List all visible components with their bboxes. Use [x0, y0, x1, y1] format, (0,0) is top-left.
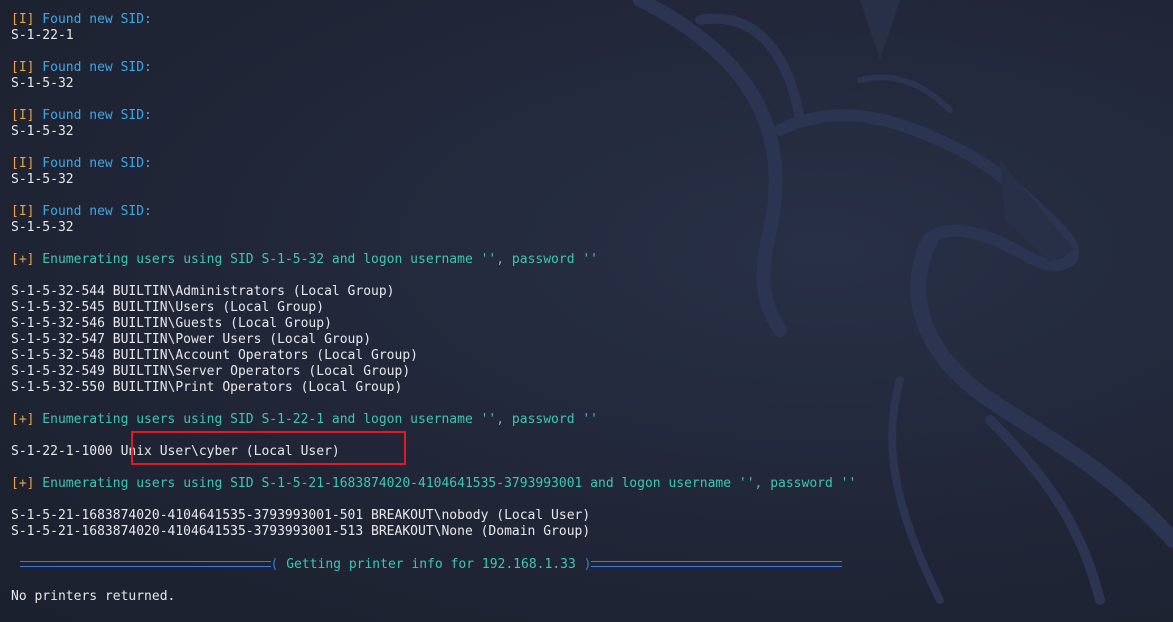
line-text: Found new SID: — [34, 204, 152, 219]
terminal-line: [I] Found new SID: — [11, 60, 856, 76]
terminal-line: [I] Found new SID: — [11, 204, 856, 220]
line-text: Found new SID: — [34, 12, 152, 27]
terminal-line: S-1-22-1 — [11, 28, 74, 43]
terminal-line: [+] Enumerating users using SID S-1-22-1… — [11, 412, 856, 428]
line-text: Found new SID: — [34, 108, 152, 123]
line-tag: [I] — [11, 156, 35, 171]
terminal-line: S-1-5-32 — [11, 172, 74, 187]
terminal-line: S-1-5-32-546 BUILTIN\Guests (Local Group… — [11, 316, 332, 331]
line-text: Enumerating users using SID S-1-5-32 and… — [34, 252, 599, 267]
terminal-line: S-1-5-32-545 BUILTIN\Users (Local Group) — [11, 300, 325, 315]
line-tag: [I] — [11, 204, 35, 219]
line-tag: [+] — [11, 252, 35, 267]
banner-rule-left — [20, 561, 271, 567]
terminal-line: [+] Enumerating users using SID S-1-5-21… — [11, 476, 856, 492]
line-text: Found new SID: — [34, 156, 152, 171]
terminal-line: S-1-5-32 — [11, 220, 74, 235]
terminal-line: S-1-5-21-1683874020-4104641535-379399300… — [11, 508, 591, 523]
terminal-line: [I] Found new SID: — [11, 108, 856, 124]
footer-line: No printers returned. — [11, 589, 176, 604]
terminal-line: S-1-5-21-1683874020-4104641535-379399300… — [11, 524, 591, 539]
banner-rule-right — [591, 561, 842, 567]
terminal-line: [I] Found new SID: — [11, 156, 856, 172]
banner-close-bracket: ) — [575, 556, 592, 572]
line-tag: [I] — [11, 60, 35, 75]
terminal-line: S-1-5-32-548 BUILTIN\Account Operators (… — [11, 348, 418, 363]
line-tag: [I] — [11, 12, 35, 27]
terminal-line: S-1-5-32-547 BUILTIN\Power Users (Local … — [11, 332, 372, 347]
highlight-box — [131, 431, 406, 465]
printer-info-banner: ( Getting printer info for 192.168.1.33 … — [20, 556, 842, 572]
terminal-line: S-1-5-32 — [11, 124, 74, 139]
terminal-window[interactable]: [I] Found new SID: S-1-22-1 [I] Found new … — [0, 0, 1173, 622]
terminal-line: S-1-5-32-550 BUILTIN\Print Operators (Lo… — [11, 380, 403, 395]
banner-open-bracket: ( — [270, 556, 287, 572]
terminal-line: [+] Enumerating users using SID S-1-5-32… — [11, 252, 856, 268]
line-text: Enumerating users using SID S-1-5-21-168… — [34, 476, 857, 491]
terminal-line: S-1-5-32-544 BUILTIN\Administrators (Loc… — [11, 284, 395, 299]
terminal-line: [I] Found new SID: — [11, 12, 856, 28]
banner-text: Getting printer info for 192.168.1.33 — [286, 556, 576, 572]
line-text: Enumerating users using SID S-1-22-1 and… — [34, 412, 599, 427]
line-tag: [+] — [11, 412, 35, 427]
line-tag: [+] — [11, 476, 35, 491]
line-tag: [I] — [11, 108, 35, 123]
terminal-line: S-1-5-32-549 BUILTIN\Server Operators (L… — [11, 364, 411, 379]
terminal-line: S-1-5-32 — [11, 76, 74, 91]
line-text: Found new SID: — [34, 60, 152, 75]
